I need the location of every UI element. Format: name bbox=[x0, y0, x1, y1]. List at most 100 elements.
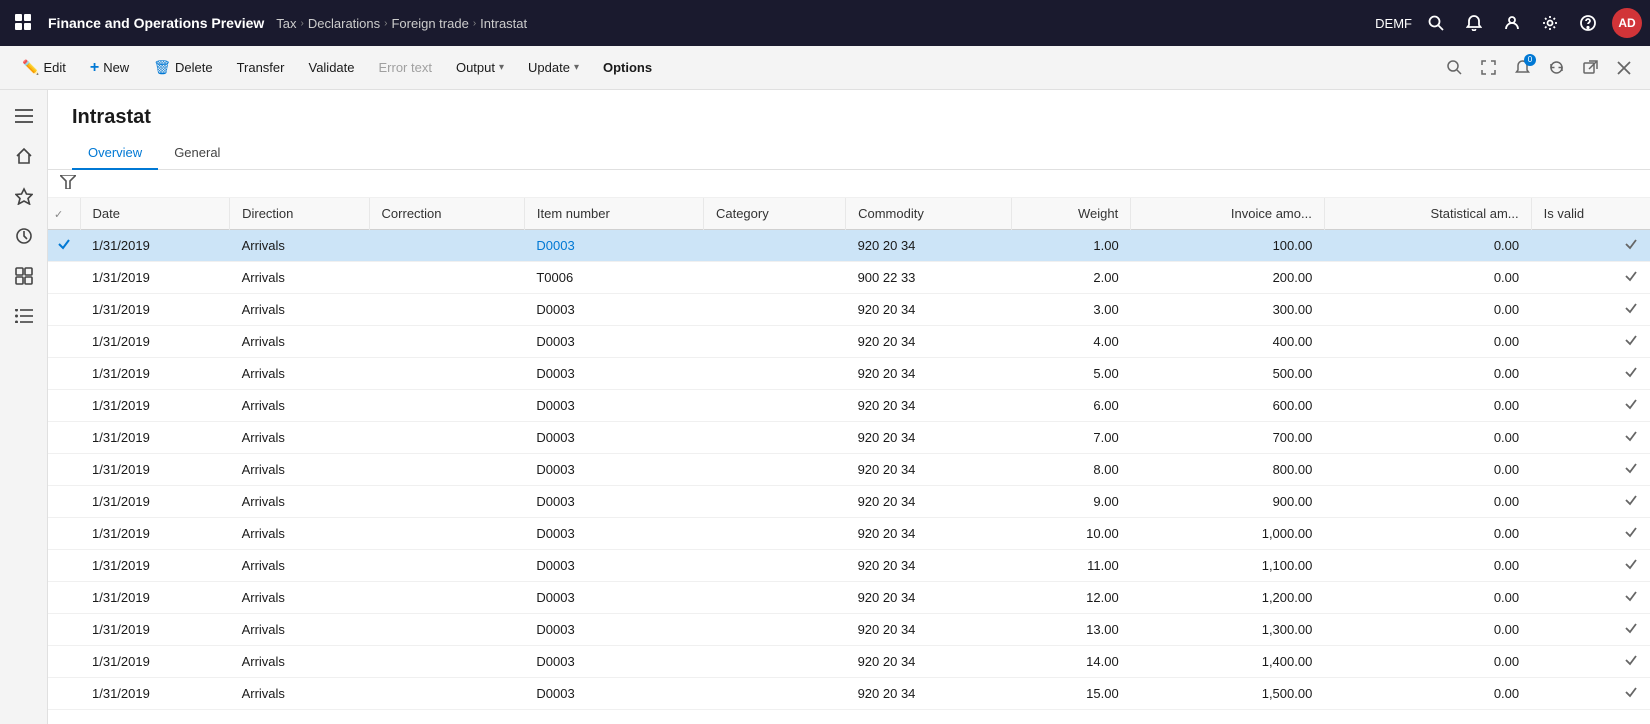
table-row[interactable]: 1/31/2019 Arrivals D0003 920 20 34 3.00 … bbox=[48, 294, 1650, 326]
page-title: Intrastat bbox=[72, 106, 1626, 129]
sidebar-favorites-icon[interactable] bbox=[6, 178, 42, 214]
user-icon[interactable] bbox=[1498, 9, 1526, 37]
col-date[interactable]: Date bbox=[80, 198, 230, 230]
breadcrumb-declarations[interactable]: Declarations bbox=[308, 16, 380, 31]
row-category bbox=[703, 646, 845, 678]
sidebar-home-icon[interactable] bbox=[6, 138, 42, 174]
row-item-number[interactable]: D0003 bbox=[524, 582, 703, 614]
transfer-button[interactable]: Transfer bbox=[227, 56, 295, 79]
row-item-number[interactable]: D0003 bbox=[524, 518, 703, 550]
col-statistical-amount[interactable]: Statistical am... bbox=[1324, 198, 1531, 230]
row-category bbox=[703, 294, 845, 326]
open-new-window-icon[interactable] bbox=[1576, 54, 1604, 82]
apps-grid-icon[interactable] bbox=[8, 7, 40, 39]
company-selector[interactable]: DEMF bbox=[1375, 16, 1412, 31]
col-is-valid[interactable]: Is valid bbox=[1531, 198, 1650, 230]
row-item-number[interactable]: D0003 bbox=[524, 486, 703, 518]
errortext-button[interactable]: Error text bbox=[369, 56, 442, 79]
notification-icon[interactable] bbox=[1460, 9, 1488, 37]
col-direction[interactable]: Direction bbox=[230, 198, 369, 230]
row-checkbox[interactable] bbox=[48, 358, 80, 390]
table-row[interactable]: 1/31/2019 Arrivals D0003 920 20 34 13.00… bbox=[48, 614, 1650, 646]
sidebar-recent-icon[interactable] bbox=[6, 218, 42, 254]
update-dropdown-icon: ▾ bbox=[574, 62, 579, 73]
row-checkbox[interactable] bbox=[48, 422, 80, 454]
row-item-number[interactable]: D0003 bbox=[524, 646, 703, 678]
search-filter-icon[interactable] bbox=[1440, 54, 1468, 82]
validate-button[interactable]: Validate bbox=[298, 56, 364, 79]
update-button[interactable]: Update ▾ bbox=[518, 56, 589, 79]
col-invoice-amount[interactable]: Invoice amo... bbox=[1131, 198, 1325, 230]
table-row[interactable]: 1/31/2019 Arrivals D0003 920 20 34 14.00… bbox=[48, 646, 1650, 678]
page-header: Intrastat bbox=[48, 90, 1650, 137]
refresh-icon[interactable] bbox=[1542, 54, 1570, 82]
row-item-number[interactable]: D0003 bbox=[524, 326, 703, 358]
fullscreen-icon[interactable] bbox=[1474, 54, 1502, 82]
row-checkbox[interactable] bbox=[48, 518, 80, 550]
user-avatar[interactable]: AD bbox=[1612, 8, 1642, 38]
row-invoice: 1,300.00 bbox=[1131, 614, 1325, 646]
table-row[interactable]: 1/31/2019 Arrivals D0003 920 20 34 10.00… bbox=[48, 518, 1650, 550]
row-checkbox[interactable] bbox=[48, 582, 80, 614]
breadcrumb-foreign-trade[interactable]: Foreign trade bbox=[391, 16, 468, 31]
sidebar-list-icon[interactable] bbox=[6, 298, 42, 334]
row-checkbox[interactable] bbox=[48, 678, 80, 710]
filter-icon[interactable] bbox=[60, 175, 76, 192]
help-icon[interactable] bbox=[1574, 9, 1602, 37]
row-checkbox[interactable] bbox=[48, 262, 80, 294]
breadcrumb-intrastat[interactable]: Intrastat bbox=[480, 16, 527, 31]
row-checkbox[interactable] bbox=[48, 390, 80, 422]
table-row[interactable]: 1/31/2019 Arrivals D0003 920 20 34 7.00 … bbox=[48, 422, 1650, 454]
row-item-number[interactable]: D0003 bbox=[524, 358, 703, 390]
sidebar-menu-icon[interactable] bbox=[6, 98, 42, 134]
tab-overview[interactable]: Overview bbox=[72, 137, 158, 170]
table-row[interactable]: 1/31/2019 Arrivals D0003 920 20 34 11.00… bbox=[48, 550, 1650, 582]
output-button[interactable]: Output ▾ bbox=[446, 56, 514, 79]
tab-general[interactable]: General bbox=[158, 137, 236, 170]
search-icon[interactable] bbox=[1422, 9, 1450, 37]
sidebar-workspaces-icon[interactable] bbox=[6, 258, 42, 294]
row-checkbox[interactable] bbox=[48, 550, 80, 582]
row-invoice: 1,500.00 bbox=[1131, 678, 1325, 710]
table-row[interactable]: 1/31/2019 Arrivals T0006 900 22 33 2.00 … bbox=[48, 262, 1650, 294]
col-correction[interactable]: Correction bbox=[369, 198, 524, 230]
table-row[interactable]: 1/31/2019 Arrivals D0003 920 20 34 12.00… bbox=[48, 582, 1650, 614]
table-row[interactable]: 1/31/2019 Arrivals D0003 920 20 34 9.00 … bbox=[48, 486, 1650, 518]
row-checkbox[interactable] bbox=[48, 230, 80, 262]
table-row[interactable]: 1/31/2019 Arrivals D0003 920 20 34 8.00 … bbox=[48, 454, 1650, 486]
row-checkbox[interactable] bbox=[48, 614, 80, 646]
row-checkbox[interactable] bbox=[48, 646, 80, 678]
row-item-number[interactable]: D0003 bbox=[524, 550, 703, 582]
edit-button[interactable]: ✏️ Edit bbox=[12, 55, 76, 80]
new-button[interactable]: + New bbox=[80, 55, 139, 81]
row-checkbox[interactable] bbox=[48, 486, 80, 518]
table-row[interactable]: 1/31/2019 Arrivals D0003 920 20 34 6.00 … bbox=[48, 390, 1650, 422]
notifications-count-icon[interactable]: 0 bbox=[1508, 54, 1536, 82]
row-item-number[interactable]: T0006 bbox=[524, 262, 703, 294]
row-checkbox[interactable] bbox=[48, 454, 80, 486]
table-row[interactable]: 1/31/2019 Arrivals D0003 920 20 34 4.00 … bbox=[48, 326, 1650, 358]
table-row[interactable]: 1/31/2019 Arrivals D0003 920 20 34 15.00… bbox=[48, 678, 1650, 710]
settings-icon[interactable] bbox=[1536, 9, 1564, 37]
row-checkbox[interactable] bbox=[48, 294, 80, 326]
options-button[interactable]: Options bbox=[593, 56, 662, 79]
row-item-number[interactable]: D0003 bbox=[524, 678, 703, 710]
row-item-number[interactable]: D0003 bbox=[524, 294, 703, 326]
close-icon[interactable] bbox=[1610, 54, 1638, 82]
row-item-number[interactable]: D0003 bbox=[524, 390, 703, 422]
breadcrumb-tax[interactable]: Tax bbox=[276, 16, 296, 31]
row-item-number[interactable]: D0003 bbox=[524, 614, 703, 646]
col-commodity[interactable]: Commodity bbox=[846, 198, 1012, 230]
col-item-number[interactable]: Item number bbox=[524, 198, 703, 230]
breadcrumb-sep-1: › bbox=[301, 18, 304, 29]
delete-button[interactable]: 🗑 Delete bbox=[143, 55, 222, 80]
table-row[interactable]: 1/31/2019 Arrivals D0003 920 20 34 5.00 … bbox=[48, 358, 1650, 390]
row-item-number[interactable]: D0003 bbox=[524, 422, 703, 454]
row-checkbox[interactable] bbox=[48, 326, 80, 358]
col-weight[interactable]: Weight bbox=[1011, 198, 1130, 230]
col-category[interactable]: Category bbox=[703, 198, 845, 230]
row-item-number[interactable]: D0003 bbox=[524, 454, 703, 486]
table-row[interactable]: 1/31/2019 Arrivals D0003 920 20 34 1.00 … bbox=[48, 230, 1650, 262]
row-category bbox=[703, 262, 845, 294]
row-item-number[interactable]: D0003 bbox=[524, 230, 703, 262]
